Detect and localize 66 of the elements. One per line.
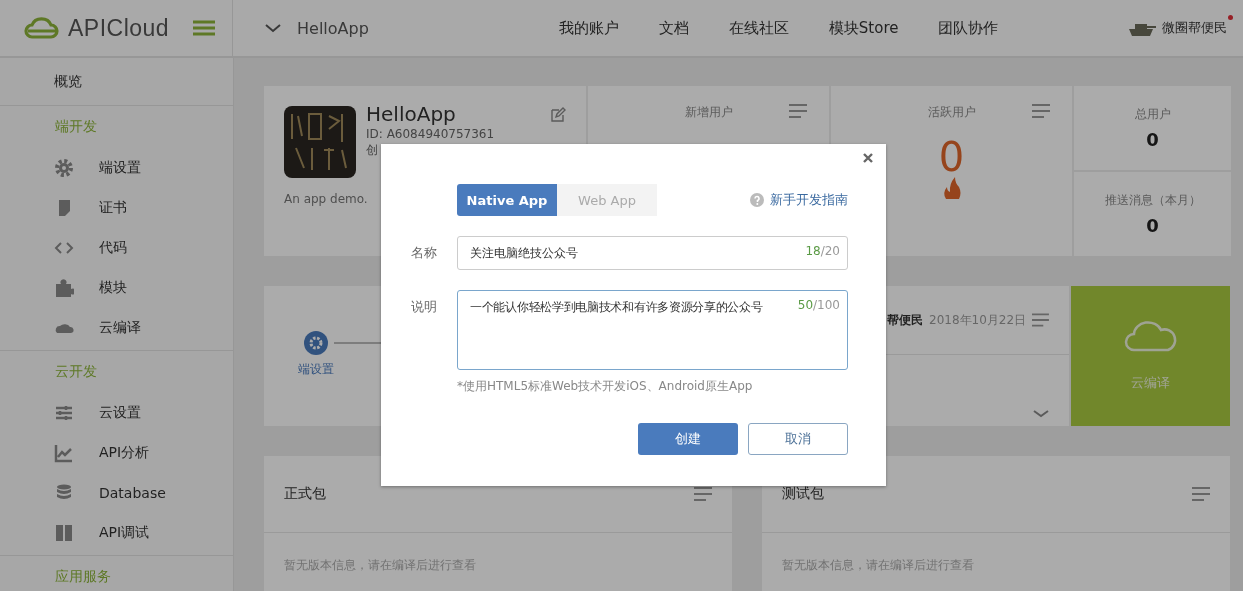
- character-counter: 50/100: [797, 298, 840, 312]
- cloud-logo-icon: [24, 17, 60, 39]
- field-label: 说明: [411, 298, 438, 316]
- stat-title: 总用户: [1134, 106, 1171, 123]
- step-label: 端设置: [298, 361, 334, 378]
- stat-title: 活跃用户: [927, 104, 976, 121]
- sidebar-section-title: 应用服务: [54, 567, 112, 586]
- api-icon: [54, 523, 74, 543]
- chevron-down-icon[interactable]: [265, 23, 281, 33]
- sidebar-item[interactable]: 端设置: [0, 148, 233, 188]
- app-switcher[interactable]: HelloApp: [297, 18, 369, 38]
- help-icon: [750, 193, 764, 207]
- puzzle-icon: [54, 278, 74, 298]
- menu-icon[interactable]: [694, 487, 712, 501]
- brand-name: APICloud: [68, 14, 170, 42]
- hint-text: *使用HTML5标准Web技术开发iOS、Android原生App: [457, 378, 753, 395]
- sidebar-section-title: 端开发: [54, 117, 98, 136]
- flame-icon: [941, 177, 962, 199]
- cancel-button[interactable]: 取消: [748, 423, 848, 455]
- nav-link[interactable]: 团队协作: [938, 18, 999, 38]
- sidebar-item[interactable]: 云设置: [0, 393, 233, 433]
- nav-link[interactable]: 我的账户: [558, 18, 619, 38]
- sidebar-item[interactable]: API分析: [0, 433, 233, 473]
- help-link[interactable]: 新手开发指南: [750, 184, 848, 216]
- sidebar-item[interactable]: Database: [0, 473, 233, 513]
- stat-value: 0: [1146, 215, 1159, 236]
- sidebar-section-title: 云开发: [54, 362, 98, 381]
- activity-date: 2018年10月22日: [929, 311, 1027, 329]
- activity-user: 帮便民: [887, 311, 923, 329]
- edit-icon[interactable]: [550, 106, 566, 123]
- gear-icon[interactable]: [304, 331, 328, 355]
- stat-value: 0: [1146, 129, 1159, 150]
- sidebar-item[interactable]: API调试: [0, 513, 233, 553]
- menu-icon[interactable]: [193, 20, 216, 36]
- package-title: 测试包: [782, 485, 824, 503]
- sidebar-item[interactable]: 模块: [0, 268, 233, 308]
- sidebar-item[interactable]: 代码: [0, 228, 233, 268]
- created-date: 创: [366, 142, 379, 159]
- nav-link[interactable]: 模块Store: [828, 18, 899, 38]
- app-type-tab[interactable]: Native App: [457, 184, 557, 216]
- field-label: 名称: [411, 244, 438, 262]
- sidebar-item[interactable]: 概览: [0, 72, 82, 91]
- stat-value: 0: [938, 137, 965, 177]
- gear-icon: [54, 158, 74, 178]
- stat-title: 推送消息（本月）: [1104, 192, 1201, 209]
- nav-link[interactable]: 在线社区: [728, 18, 789, 38]
- package-title: 正式包: [284, 485, 326, 503]
- chart-icon: [54, 443, 74, 463]
- menu-icon[interactable]: [1192, 487, 1210, 501]
- stat-title: 新增用户: [684, 104, 733, 121]
- app-id: ID: A6084940757361: [366, 127, 496, 141]
- app-name: HelloApp: [366, 103, 456, 126]
- chevron-down-icon[interactable]: [1033, 410, 1049, 418]
- nav-link[interactable]: 文档: [658, 18, 689, 38]
- cloud-icon: [1123, 320, 1178, 352]
- character-counter: 18/20: [805, 244, 840, 258]
- sidebar-item[interactable]: 证书: [0, 188, 233, 228]
- menu-icon[interactable]: [789, 104, 807, 118]
- user-name[interactable]: 微圈帮便民: [1162, 19, 1227, 37]
- sliders-icon: [54, 403, 74, 423]
- menu-icon[interactable]: [1032, 104, 1050, 118]
- create-button[interactable]: 创建: [638, 423, 738, 455]
- sidebar-item[interactable]: 云编译: [0, 308, 233, 348]
- app-description: An app demo.: [284, 192, 368, 206]
- menu-icon[interactable]: [1032, 313, 1049, 327]
- close-icon[interactable]: [863, 153, 873, 163]
